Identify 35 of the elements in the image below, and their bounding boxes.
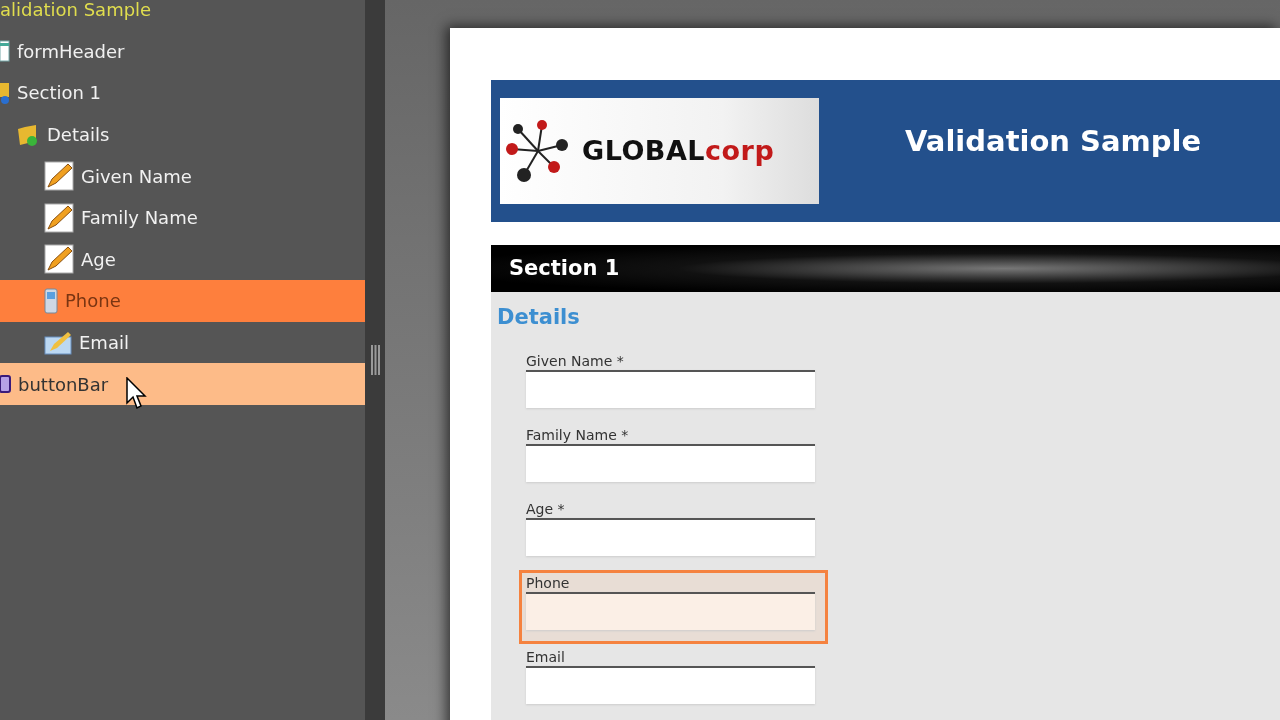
pencil-icon xyxy=(44,161,74,192)
field-label: Email xyxy=(526,648,566,666)
pencil-icon xyxy=(44,244,74,275)
input-field[interactable] xyxy=(526,369,815,408)
tree-item[interactable]: formHeader xyxy=(0,30,365,73)
group-title: Details xyxy=(497,304,581,331)
splitter-grip-icon[interactable] xyxy=(370,345,380,375)
folder-icon xyxy=(16,122,40,147)
tree-item[interactable]: Details xyxy=(0,113,365,156)
form-icon xyxy=(0,40,10,63)
tree-item[interactable]: Family Name xyxy=(0,196,365,239)
pencil-icon xyxy=(44,202,74,233)
company-logo: GLOBALcorp xyxy=(500,98,819,204)
tree-item[interactable]: Email xyxy=(0,321,365,364)
tree-item[interactable]: alidation Sample xyxy=(0,0,365,31)
section-title-bar: Section 1 xyxy=(491,245,1280,292)
form-title: Validation Sample xyxy=(905,123,1202,160)
input-field[interactable] xyxy=(526,591,815,630)
field-label: Age * xyxy=(526,500,566,518)
input-field[interactable] xyxy=(526,517,815,556)
mouse-cursor-icon xyxy=(126,377,148,411)
field-label: Family Name * xyxy=(526,426,630,444)
field-label: Given Name * xyxy=(526,352,625,370)
folder-icon xyxy=(0,81,10,105)
tree-item[interactable]: Age xyxy=(0,238,365,281)
tree-item[interactable]: buttonBar xyxy=(0,363,365,405)
input-field[interactable] xyxy=(526,443,815,482)
phone-icon xyxy=(44,287,58,314)
envelope-icon xyxy=(44,330,72,355)
field-label: Phone xyxy=(526,574,571,592)
tree-item[interactable]: Given Name xyxy=(0,155,365,197)
tree-item[interactable]: Phone xyxy=(0,280,365,322)
input-field[interactable] xyxy=(526,665,815,704)
button-bar-icon xyxy=(0,375,11,394)
tree-item[interactable]: Section 1 xyxy=(0,72,365,114)
